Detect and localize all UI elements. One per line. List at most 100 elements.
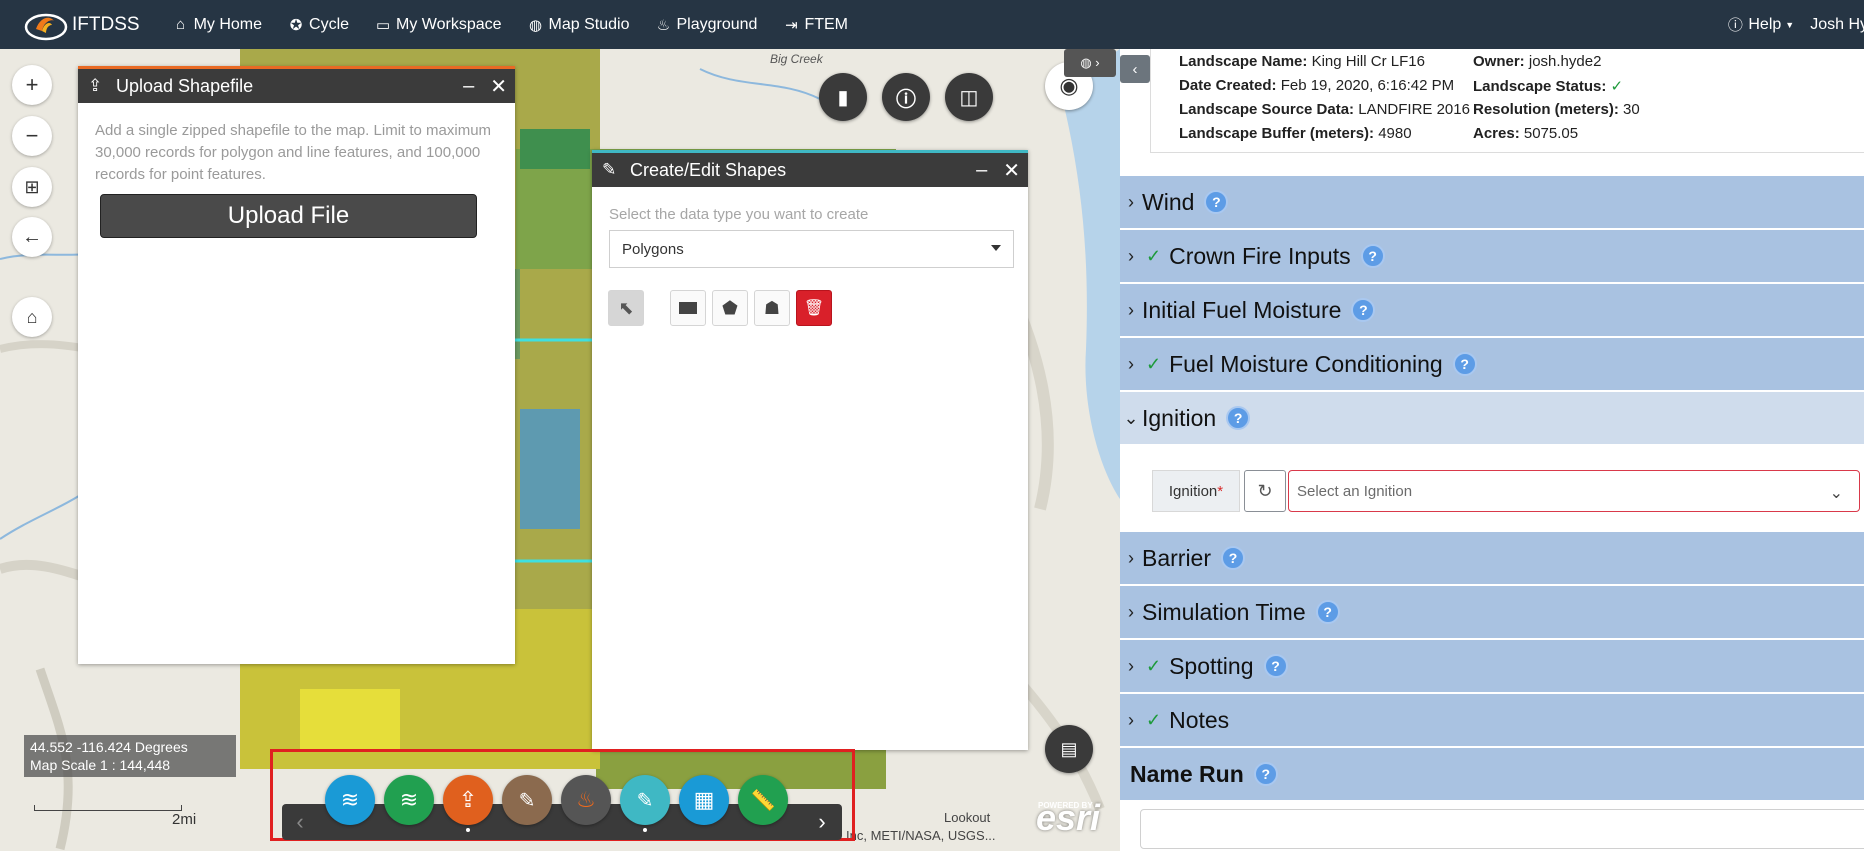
measure-button[interactable]: 📏 (738, 775, 788, 825)
user-menu[interactable]: Josh Hy (1810, 16, 1864, 34)
nav-label: Playground (676, 15, 758, 33)
map-label-big-creek: Big Creek (770, 52, 823, 66)
nav-my-workspace[interactable]: ▭ My Workspace (375, 16, 502, 34)
name-run-input[interactable] (1140, 809, 1864, 849)
help-menu[interactable]: ⓘ Help ▼ (1727, 14, 1794, 35)
nav-cycle[interactable]: ✪ Cycle (288, 16, 349, 34)
info-button[interactable]: ⓘ (882, 73, 930, 121)
section-initial-fuel-moisture[interactable]: › Initial Fuel Moisture ? (1120, 284, 1864, 336)
caret-down-icon (991, 245, 1001, 251)
select-edit-tool[interactable]: ⬉ (608, 290, 644, 326)
nav-ftem[interactable]: ⇥ FTEM (783, 16, 848, 34)
upload-icon: ⇪ (88, 76, 103, 95)
attribute-table-button[interactable]: ▤ (1045, 725, 1093, 773)
nav-playground[interactable]: ♨ Playground (655, 15, 758, 34)
toolbar-prev-button[interactable]: ‹ (284, 806, 316, 838)
help-icon[interactable]: ? (1263, 654, 1288, 678)
active-dot (466, 828, 470, 832)
coordinates: 44.552 -116.424 Degrees (30, 739, 188, 755)
help-icon[interactable]: ? (1253, 762, 1278, 786)
user-name: Josh Hy (1810, 15, 1864, 33)
section-crown-fire-inputs[interactable]: › ✓ Crown Fire Inputs ? (1120, 230, 1864, 282)
check-icon: ✓ (1146, 245, 1162, 266)
ignition-select[interactable]: Select an Ignition ⌄ (1288, 470, 1860, 512)
basemap-toggle[interactable]: ◍ › (1064, 49, 1116, 77)
zoom-in-button[interactable]: + (12, 65, 52, 105)
section-ignition[interactable]: ⌄ Ignition ? (1120, 392, 1864, 444)
landscape-resolution: Resolution (meters): 30 (1473, 101, 1640, 118)
table-icon: ▤ (1060, 738, 1078, 759)
data-type-select[interactable]: Polygons (609, 230, 1014, 268)
collapse-panel-button[interactable]: ‹ (1120, 55, 1150, 83)
section-notes[interactable]: › ✓ Notes (1120, 694, 1864, 746)
help-icon[interactable]: ? (1351, 298, 1376, 322)
section-wind[interactable]: › Wind ? (1120, 176, 1864, 228)
zoom-out-button[interactable]: − (12, 116, 52, 156)
rectangle-icon (679, 302, 697, 314)
data-type-value: Polygons (622, 240, 684, 258)
brand[interactable]: IFTDSS (14, 7, 140, 43)
close-icon[interactable]: ✕ (490, 74, 507, 99)
freehand-polygon-tool[interactable]: ☗ (754, 290, 790, 326)
landscape-acres: Acres: 5075.05 (1473, 125, 1579, 142)
swipe-button[interactable]: ◫ (945, 73, 993, 121)
section-label: Spotting (1169, 652, 1254, 679)
polygon-tool[interactable]: ⬟ (712, 290, 748, 326)
edit-button[interactable]: ✎ (502, 775, 552, 825)
nav-map-studio[interactable]: ◍ Map Studio (528, 15, 630, 34)
chevron-right-icon: › (1128, 709, 1134, 730)
bookmark-button[interactable]: ▮ (819, 73, 867, 121)
question-circle-icon: ⓘ (1727, 17, 1743, 34)
back-button[interactable]: ← (12, 217, 52, 257)
freehand-icon: ☗ (763, 297, 781, 318)
section-simulation-time[interactable]: › Simulation Time ? (1120, 586, 1864, 638)
delete-tool[interactable]: 🗑 (796, 290, 832, 326)
draw-button[interactable]: ✎ (620, 775, 670, 825)
upload-button[interactable]: ⇪ (443, 775, 493, 825)
nav-label: Cycle (309, 15, 350, 33)
workspace-icon: ▭ (375, 16, 391, 34)
section-label: Simulation Time (1142, 598, 1306, 625)
swipe-icon: ◫ (959, 86, 979, 109)
grid-button[interactable]: ▦ (679, 775, 729, 825)
section-barrier[interactable]: › Barrier ? (1120, 532, 1864, 584)
section-label: Fuel Moisture Conditioning (1169, 350, 1443, 377)
refresh-ignition-button[interactable]: ↻ (1244, 470, 1286, 512)
globe-icon: ◍ (529, 16, 543, 34)
help-icon[interactable]: ? (1221, 546, 1246, 570)
section-spotting[interactable]: › ✓ Spotting ? (1120, 640, 1864, 692)
help-icon[interactable]: ? (1315, 600, 1340, 624)
scale-bar (34, 805, 182, 811)
nav-my-home[interactable]: ⌂ My Home (173, 16, 262, 34)
close-icon[interactable]: ✕ (1003, 158, 1020, 183)
draw-icon: ✎ (636, 789, 654, 812)
chevron-right-icon: › (1128, 245, 1134, 266)
edit-shapes-icon: ✎ (602, 160, 617, 179)
run-settings-panel: ◍ › ‹ Landscape Name: King Hill Cr LF16 … (1120, 49, 1864, 851)
grid-icon: ▦ (693, 787, 715, 812)
home-extent-button[interactable]: ⌂ (12, 297, 52, 337)
layers-icon: ≋ (340, 787, 360, 812)
cycle-icon: ✪ (289, 16, 303, 34)
fire-button[interactable]: ♨ (561, 775, 611, 825)
section-fuel-moisture-conditioning[interactable]: › ✓ Fuel Moisture Conditioning ? (1120, 338, 1864, 390)
toolbar-next-button[interactable]: › (806, 806, 838, 838)
zoom-extent-button[interactable]: ⊞ (12, 167, 52, 207)
add-layer-button[interactable]: ≋ (384, 775, 434, 825)
help-icon[interactable]: ? (1226, 406, 1251, 430)
map-scale: Map Scale 1 : 144,448 (30, 757, 171, 773)
nav-label: Map Studio (548, 15, 630, 33)
upload-panel-header: ⇪ Upload Shapefile – ✕ (78, 69, 515, 103)
help-icon[interactable]: ? (1204, 190, 1229, 214)
rectangle-tool[interactable] (670, 290, 706, 326)
check-icon: ✓ (1146, 709, 1162, 730)
upload-file-button[interactable]: Upload File (100, 194, 477, 238)
help-icon[interactable]: ? (1452, 352, 1477, 376)
layers-button[interactable]: ≋ (325, 775, 375, 825)
scale-bar-label: 2mi (172, 811, 197, 828)
chevron-right-icon: › (1128, 299, 1134, 320)
minimize-icon[interactable]: – (976, 159, 987, 182)
minimize-icon[interactable]: – (463, 75, 474, 98)
info-icon: ⓘ (896, 88, 916, 111)
help-icon[interactable]: ? (1360, 244, 1385, 268)
